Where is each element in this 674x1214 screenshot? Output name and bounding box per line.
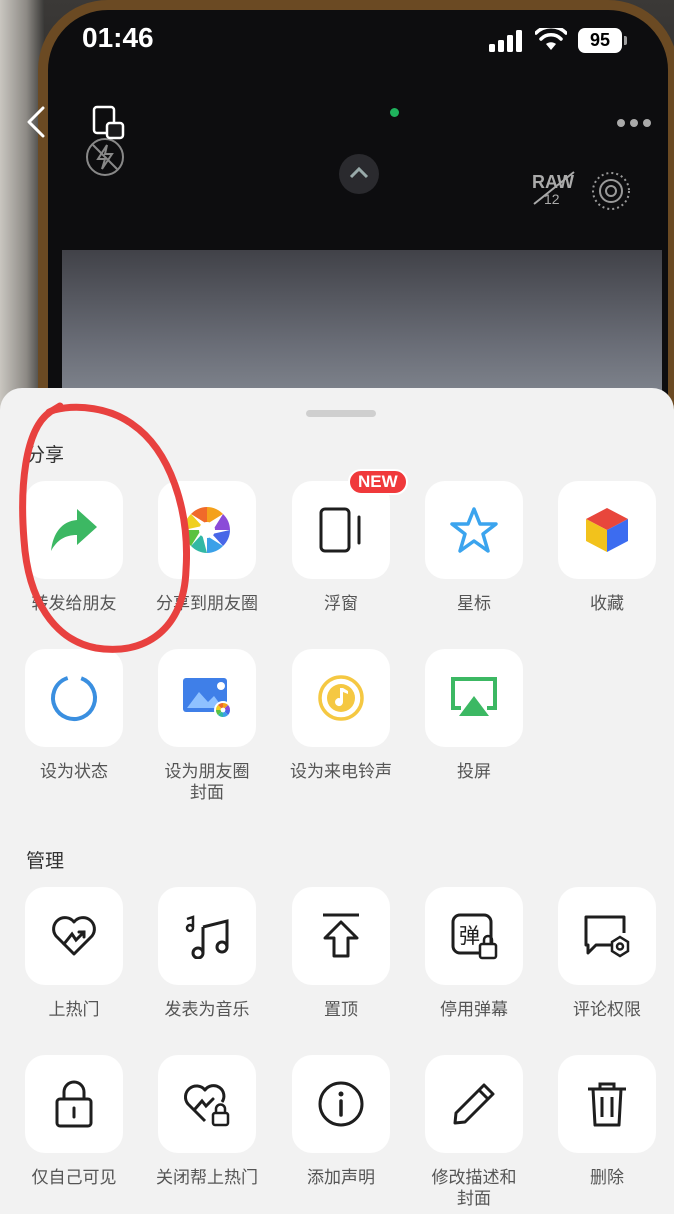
lock-icon xyxy=(55,1080,93,1128)
edit-description-button[interactable] xyxy=(425,1055,523,1153)
promote-label: 上热门 xyxy=(48,1000,100,1020)
float-window-label: 浮窗 xyxy=(324,594,358,614)
star-label: 星标 xyxy=(457,594,491,614)
set-moments-cover-label: 设为朋友圈 封面 xyxy=(164,762,250,803)
more-button[interactable] xyxy=(612,108,656,138)
moments-cover-icon xyxy=(183,678,232,719)
heart-promote-icon xyxy=(52,916,96,956)
pencil-icon xyxy=(453,1083,495,1125)
pin-top-label: 置顶 xyxy=(324,1000,358,1020)
private-button[interactable] xyxy=(25,1055,123,1153)
heart-lock-icon xyxy=(184,1084,230,1127)
favorites-button[interactable] xyxy=(558,481,656,579)
share-section-title: 分享 xyxy=(26,444,65,466)
star-icon xyxy=(450,507,498,553)
set-ringtone-button[interactable] xyxy=(292,649,390,747)
star-button[interactable] xyxy=(425,481,523,579)
status-ring-icon xyxy=(51,675,97,721)
promote-button[interactable] xyxy=(25,887,123,985)
cellular-signal-icon xyxy=(489,30,522,52)
expand-up-icon xyxy=(339,154,379,194)
chevron-left-icon xyxy=(27,106,45,138)
favorites-cube-icon xyxy=(586,508,628,552)
wifi-icon xyxy=(535,28,567,50)
pin-top-button[interactable] xyxy=(292,887,390,985)
airplay-icon xyxy=(451,677,497,716)
raw-badge-icon: RAW 12 xyxy=(532,171,575,207)
share-to-friend-button[interactable] xyxy=(25,481,123,579)
delete-label: 删除 xyxy=(590,1168,624,1188)
new-badge: NEW xyxy=(348,469,408,495)
photo-scene xyxy=(62,250,662,410)
floating-window-button[interactable] xyxy=(88,102,130,144)
video-preview-background: RAW 12 xyxy=(0,0,674,420)
comment-permission-button[interactable] xyxy=(558,887,656,985)
disable-danmaku-label: 停用弹幕 xyxy=(440,1000,508,1020)
add-statement-label: 添加声明 xyxy=(307,1168,375,1188)
sheet-drag-handle[interactable] xyxy=(306,410,376,417)
battery-indicator: 95 xyxy=(578,28,627,53)
moments-icon xyxy=(184,507,230,553)
ringtone-icon xyxy=(318,675,364,721)
comment-settings-icon xyxy=(584,915,630,958)
airplay-label: 投屏 xyxy=(457,762,491,782)
set-moments-cover-button[interactable] xyxy=(158,649,256,747)
back-button[interactable] xyxy=(18,100,54,144)
private-label: 仅自己可见 xyxy=(31,1168,117,1188)
favorites-label: 收藏 xyxy=(590,594,624,614)
action-sheet: 分享 转发给朋友 分享到朋友圈 NEW 浮窗 星标 收藏 设为状态 设为朋友圈 … xyxy=(0,388,674,1214)
set-ringtone-label: 设为来电铃声 xyxy=(290,762,392,782)
camera-indicator-dot xyxy=(390,108,399,117)
pin-top-icon xyxy=(323,913,359,958)
disable-promote-help-label: 关闭帮上热门 xyxy=(156,1168,258,1188)
set-status-label: 设为状态 xyxy=(40,762,108,782)
delete-button[interactable] xyxy=(558,1055,656,1153)
window-switch-icon xyxy=(92,105,125,140)
add-statement-button[interactable] xyxy=(292,1055,390,1153)
status-time: 01:46 xyxy=(82,22,154,53)
share-to-friend-label: 转发给朋友 xyxy=(31,594,117,614)
float-window-button[interactable] xyxy=(292,481,390,579)
manage-section-title: 管理 xyxy=(26,850,65,872)
live-photo-icon xyxy=(592,172,630,210)
disable-danmaku-button[interactable]: 弹 xyxy=(425,887,523,985)
airplay-button[interactable] xyxy=(425,649,523,747)
publish-as-music-button[interactable] xyxy=(158,887,256,985)
share-to-moments-button[interactable] xyxy=(158,481,256,579)
danmaku-lock-icon: 弹 xyxy=(451,913,498,960)
music-note-icon xyxy=(185,915,229,959)
more-dots-icon xyxy=(617,119,651,127)
float-window-icon xyxy=(319,507,361,553)
disable-promote-help-button[interactable] xyxy=(158,1055,256,1153)
comment-permission-label: 评论权限 xyxy=(573,1000,641,1020)
svg-text:弹: 弹 xyxy=(459,924,480,948)
set-status-button[interactable] xyxy=(25,649,123,747)
trash-icon xyxy=(588,1082,626,1127)
edit-description-label: 修改描述和 封面 xyxy=(431,1168,517,1209)
share-to-moments-label: 分享到朋友圈 xyxy=(156,594,258,614)
info-icon xyxy=(318,1081,364,1127)
publish-as-music-label: 发表为音乐 xyxy=(164,1000,250,1020)
share-arrow-icon xyxy=(51,509,97,551)
